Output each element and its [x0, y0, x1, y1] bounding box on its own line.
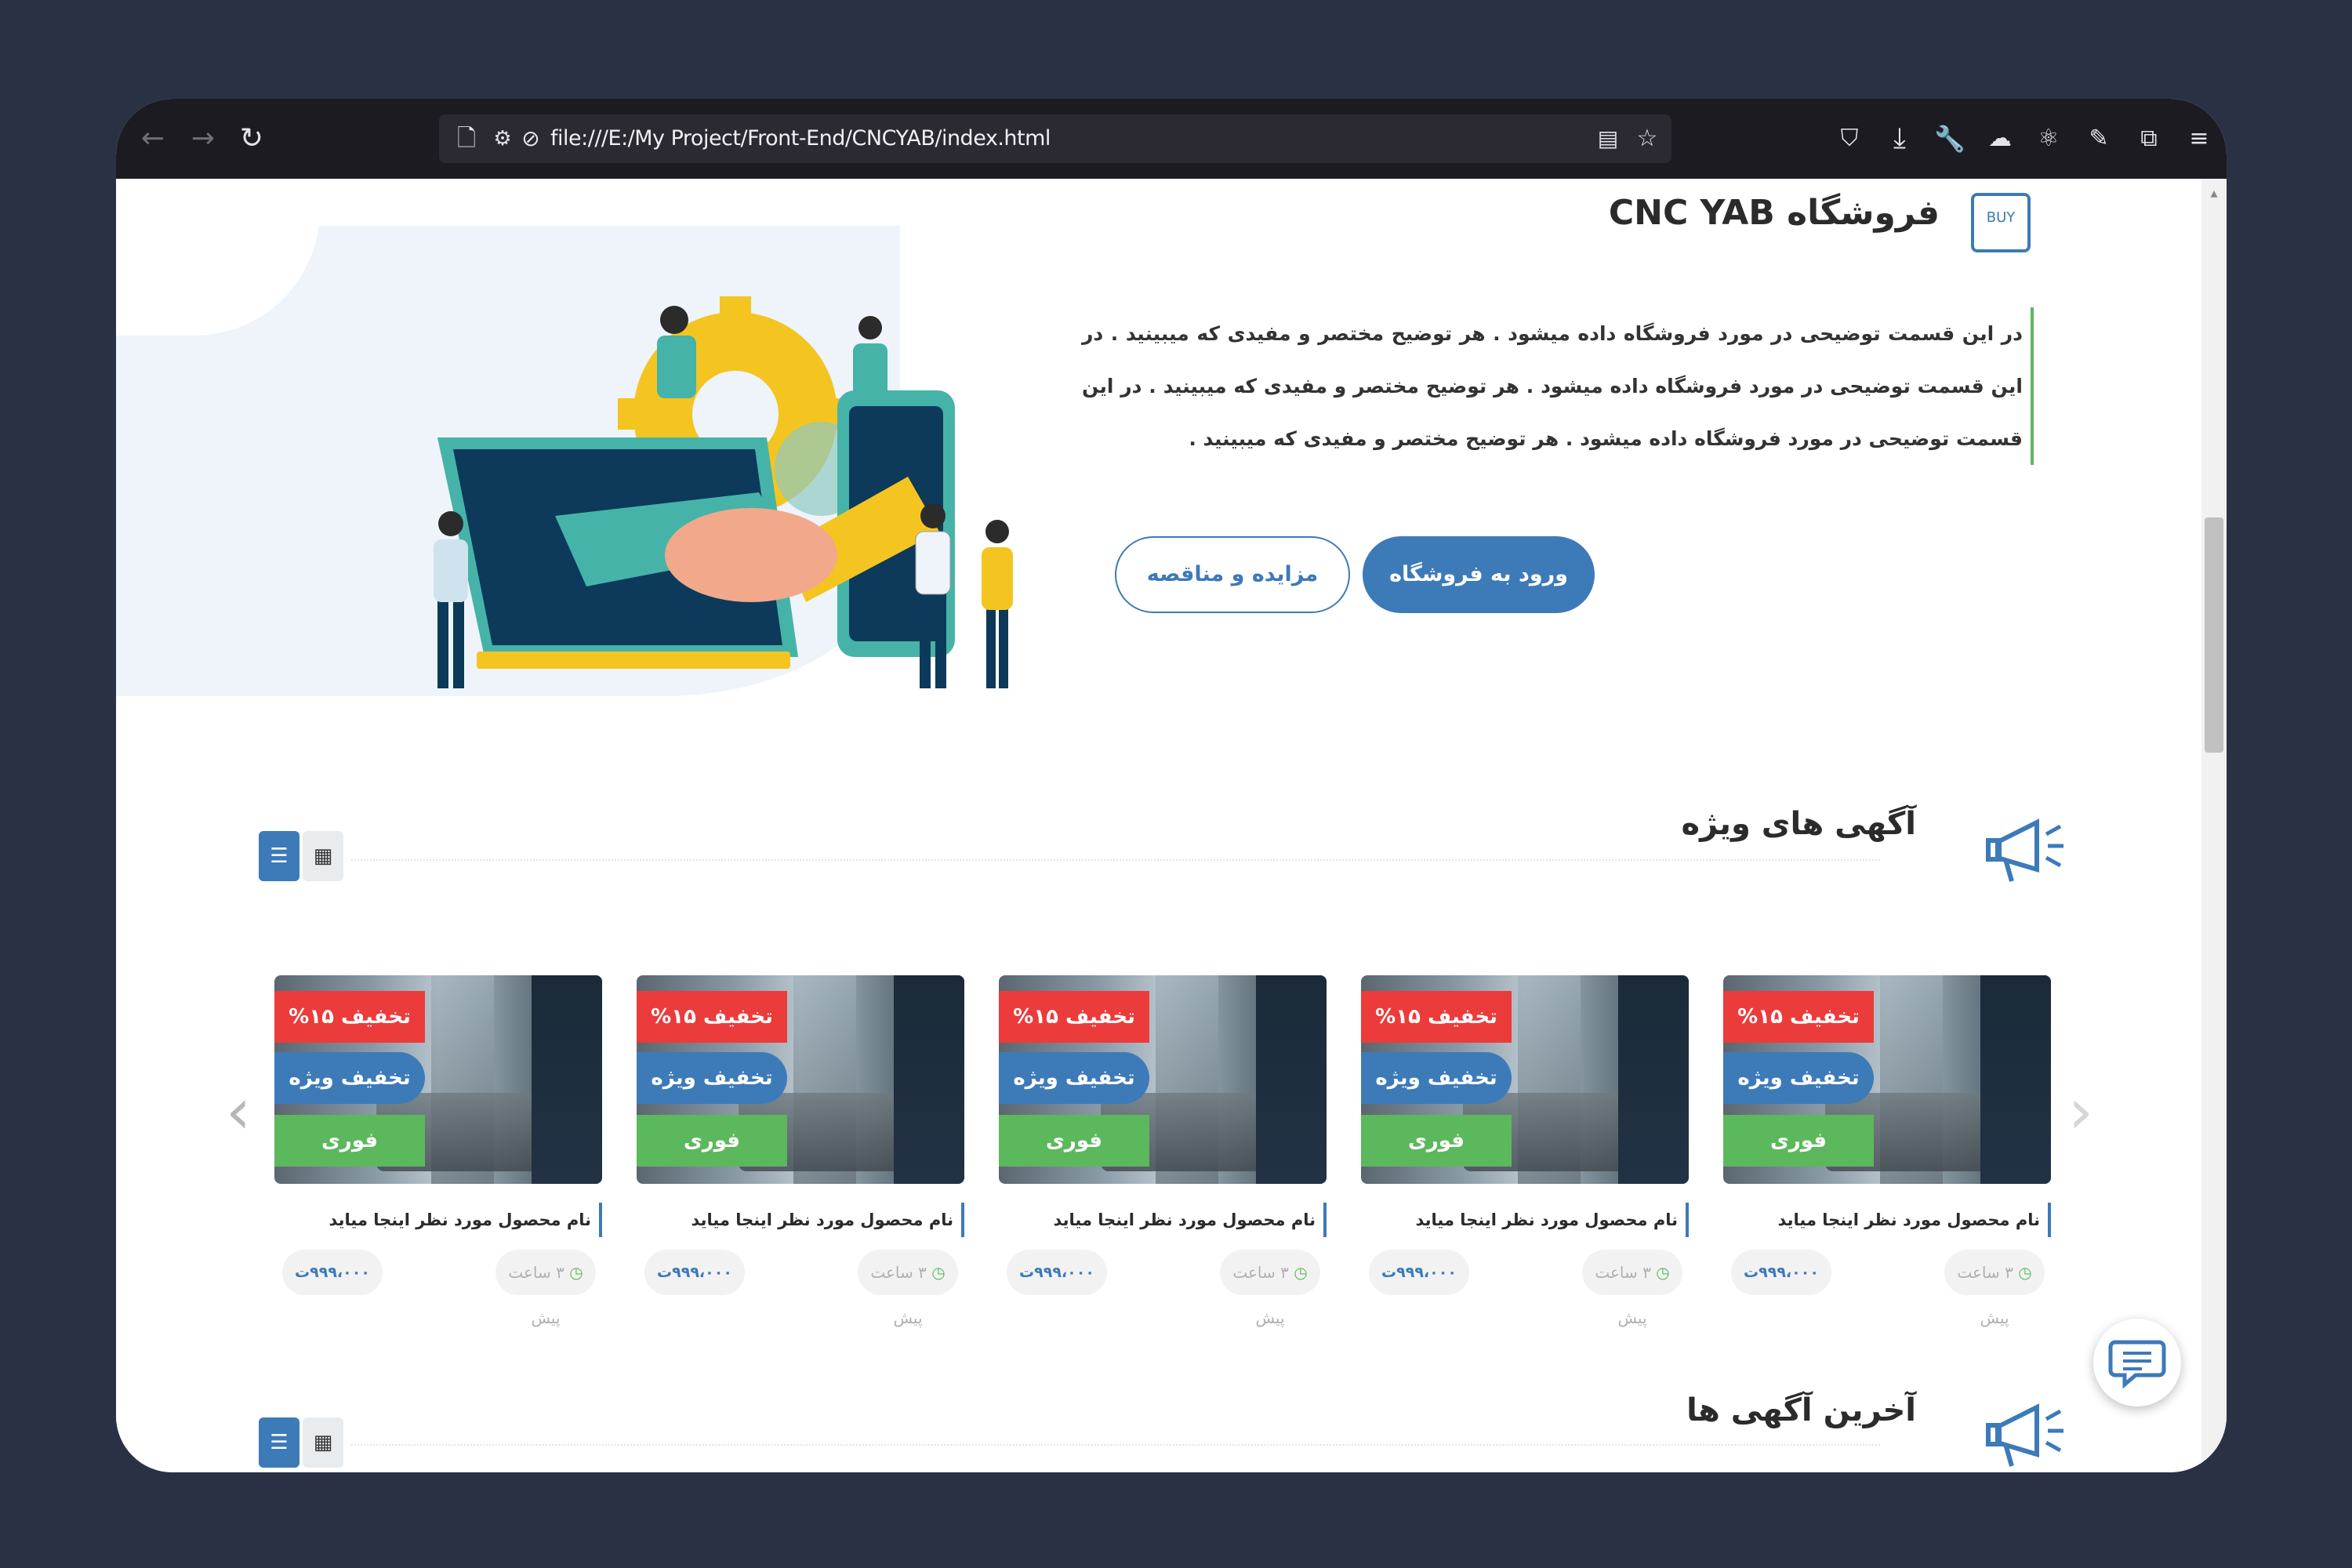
time-text: ۳ ساعت پیش	[1595, 1263, 1651, 1327]
product-name[interactable]: نام محصول مورد نظر اینجا میاید	[1053, 1203, 1327, 1237]
shop-logo-icon: BUY	[1971, 193, 2031, 252]
discount-badge: تخفیف ۱۵%	[999, 991, 1149, 1043]
hero-title: فروشگاه CNC YAB	[1608, 193, 1940, 233]
auction-tender-button[interactable]: مزایده و مناقصه	[1115, 536, 1350, 613]
time-text: ۳ ساعت پیش	[1232, 1263, 1289, 1327]
product-name[interactable]: نام محصول مورد نظر اینجا میاید	[691, 1203, 964, 1237]
discount-badge: تخفیف ۱۵%	[1723, 991, 1874, 1043]
grid-view-icon[interactable]: ▦	[303, 1417, 343, 1468]
price-badge: ۹۹۹،۰۰۰ت	[1731, 1250, 1831, 1295]
price-badge: ۹۹۹،۰۰۰ت	[282, 1250, 383, 1295]
handshake-illustration	[434, 296, 1013, 688]
megaphone-icon	[1986, 818, 2063, 882]
special-discount-badge: تخفیف ویژه	[999, 1052, 1149, 1104]
urgent-badge: فوری	[274, 1115, 425, 1167]
hero-description: در این قسمت توضیحی در مورد فروشگاه داده …	[1082, 307, 2034, 465]
price-badge: ۹۹۹،۰۰۰ت	[644, 1250, 745, 1295]
browser-window: ← → ↻ 🗋 ⚙ ⊘ file:///E:/My Project/Front-…	[116, 99, 2227, 1472]
clock-icon: ◷	[1656, 1263, 1670, 1282]
scrollbar[interactable]	[2201, 179, 2227, 1472]
urgent-badge: فوری	[999, 1115, 1149, 1167]
clock-icon: ◷	[2018, 1263, 2032, 1282]
product-name[interactable]: نام محصول مورد نظر اینجا میاید	[328, 1203, 602, 1237]
product-image[interactable]: تخفیف ۱۵% تخفیف ویژه فوری	[637, 975, 964, 1184]
reload-icon[interactable]: ↻	[232, 119, 271, 158]
reader-view-icon[interactable]: ▤	[1588, 119, 1628, 158]
urgent-badge: فوری	[1361, 1115, 1512, 1167]
grid-view-icon[interactable]: ▦	[303, 831, 343, 881]
section-divider	[351, 1444, 1880, 1446]
clock-icon: ◷	[931, 1263, 946, 1282]
bookmark-star-icon[interactable]: ☆	[1628, 119, 1667, 158]
scrollbar-thumb[interactable]	[2205, 517, 2223, 753]
pen-icon[interactable]: ✎	[2079, 119, 2118, 158]
product-name[interactable]: نام محصول مورد نظر اینجا میاید	[1777, 1203, 2051, 1237]
enter-shop-button[interactable]: ورود به فروشگاه	[1363, 536, 1595, 613]
time-text: ۳ ساعت پیش	[870, 1263, 927, 1327]
special-discount-badge: تخفیف ویژه	[1723, 1052, 1874, 1104]
scroll-up-icon[interactable]: ▴	[2206, 185, 2222, 201]
back-icon[interactable]: ←	[133, 119, 172, 158]
price-badge: ۹۹۹،۰۰۰ت	[1007, 1250, 1107, 1295]
urgent-badge: فوری	[637, 1115, 787, 1167]
section-divider	[351, 859, 1880, 861]
time-badge: ◷ ۳ ساعت پیش	[1944, 1250, 2045, 1327]
carousel-prev-icon[interactable]: ‹	[226, 1080, 251, 1143]
downloads-icon[interactable]: ⤓	[1880, 119, 1919, 158]
tools-icon[interactable]: 🔧	[1930, 119, 1969, 158]
clock-icon: ◷	[1294, 1263, 1308, 1282]
time-badge: ◷ ۳ ساعت پیش	[858, 1250, 958, 1327]
pocket-icon[interactable]: ⛉	[1830, 119, 1869, 158]
product-card[interactable]: تخفیف ۱۵% تخفیف ویژه فوری نام محصول مورد…	[637, 975, 964, 1327]
url-text[interactable]: file:///E:/My Project/Front-End/CNCYAB/i…	[550, 114, 1051, 163]
product-card[interactable]: تخفیف ۱۵% تخفیف ویژه فوری نام محصول مورد…	[1361, 975, 1689, 1327]
product-image[interactable]: تخفیف ۱۵% تخفیف ویژه فوری	[999, 975, 1327, 1184]
menu-icon[interactable]: ≡	[2180, 119, 2219, 158]
browser-toolbar: ← → ↻ 🗋 ⚙ ⊘ file:///E:/My Project/Front-…	[116, 99, 2227, 179]
product-image[interactable]: تخفیف ۱۵% تخفیف ویژه فوری	[1723, 975, 2051, 1184]
forward-icon[interactable]: →	[183, 119, 223, 158]
latest-section-title: آخرین آگهی ها	[1686, 1392, 1916, 1428]
time-badge: ◷ ۳ ساعت پیش	[495, 1250, 596, 1327]
puzzle-extensions-icon[interactable]: ⧉	[2129, 119, 2169, 158]
discount-badge: تخفیف ۱۵%	[1361, 991, 1512, 1043]
featured-section-title: آگهی های ویژه	[1681, 806, 1917, 842]
page-content: BUY فروشگاه CNC YAB در این قسمت توضیحی د…	[116, 179, 2201, 1472]
special-discount-badge: تخفیف ویژه	[1361, 1052, 1512, 1104]
tracking-protection-icon[interactable]: ⊘	[511, 119, 550, 158]
product-card[interactable]: تخفیف ۱۵% تخفیف ویژه فوری نام محصول مورد…	[274, 975, 602, 1327]
carousel-next-icon[interactable]: ›	[2068, 1080, 2093, 1143]
product-image[interactable]: تخفیف ۱۵% تخفیف ویژه فوری	[274, 975, 602, 1184]
price-badge: ۹۹۹،۰۰۰ت	[1369, 1250, 1469, 1295]
time-text: ۳ ساعت پیش	[508, 1263, 564, 1327]
react-devtools-icon[interactable]: ⚛	[2029, 119, 2068, 158]
product-card[interactable]: تخفیف ۱۵% تخفیف ویژه فوری نام محصول مورد…	[999, 975, 1327, 1327]
product-card[interactable]: تخفیف ۱۵% تخفیف ویژه فوری نام محصول مورد…	[1723, 975, 2051, 1327]
time-text: ۳ ساعت پیش	[1957, 1263, 2013, 1327]
product-name[interactable]: نام محصول مورد نظر اینجا میاید	[1415, 1203, 1689, 1237]
urgent-badge: فوری	[1723, 1115, 1874, 1167]
special-discount-badge: تخفیف ویژه	[637, 1052, 787, 1104]
chat-icon[interactable]	[2093, 1319, 2181, 1406]
address-bar[interactable]: 🗋 ⚙ ⊘ file:///E:/My Project/Front-End/CN…	[439, 114, 1671, 163]
page-icon: 🗋	[456, 125, 477, 152]
product-image[interactable]: تخفیف ۱۵% تخفیف ویژه فوری	[1361, 975, 1689, 1184]
time-badge: ◷ ۳ ساعت پیش	[1220, 1250, 1320, 1327]
clock-icon: ◷	[569, 1263, 583, 1282]
special-discount-badge: تخفیف ویژه	[274, 1052, 425, 1104]
list-view-icon[interactable]: ☰	[259, 831, 299, 881]
discount-badge: تخفیف ۱۵%	[274, 991, 425, 1043]
time-badge: ◷ ۳ ساعت پیش	[1582, 1250, 1682, 1327]
list-view-icon[interactable]: ☰	[259, 1417, 299, 1468]
discount-badge: تخفیف ۱۵%	[637, 991, 787, 1043]
megaphone-icon	[1986, 1403, 2063, 1467]
extension-icon[interactable]: ☁	[1980, 119, 2020, 158]
